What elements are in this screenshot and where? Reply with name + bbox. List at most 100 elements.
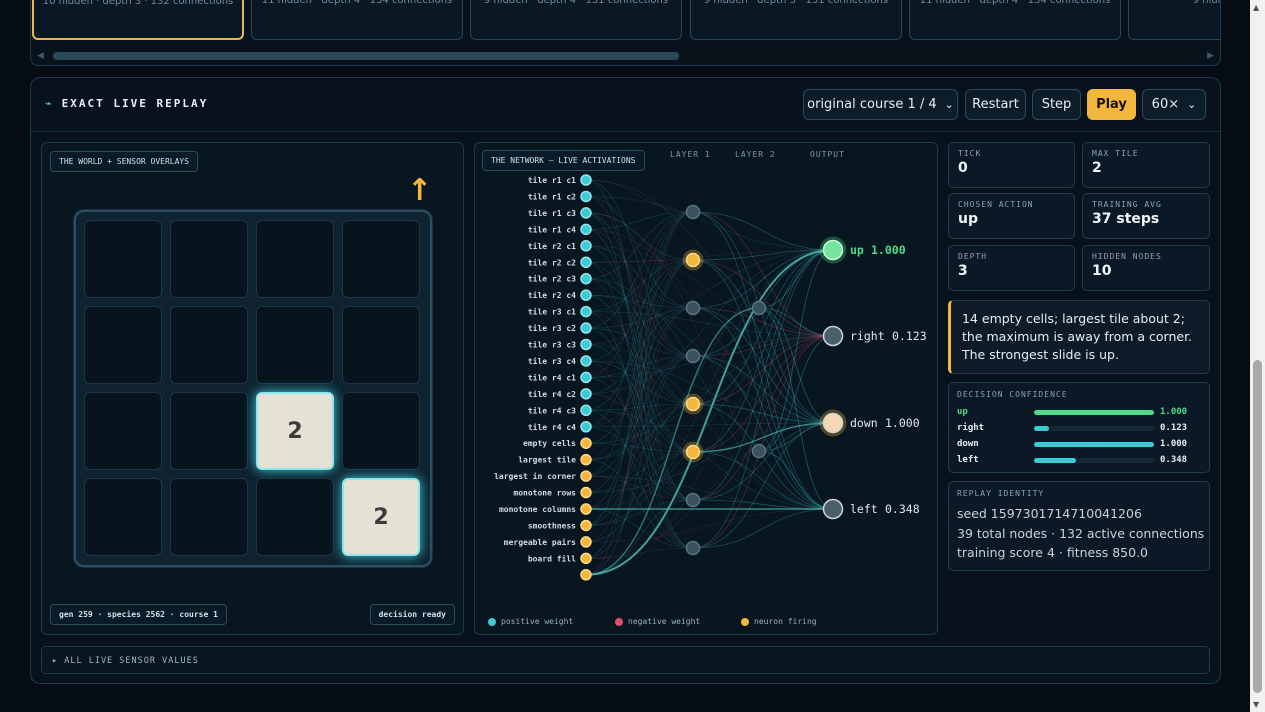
stat-training-avg: TRAINING AVG 37 steps (1082, 193, 1210, 239)
stat-tick: TICK 0 (948, 142, 1075, 188)
genome-card[interactable]: 11 hidden · depth 4 · 134 connections (909, 0, 1121, 40)
connection (692, 249, 834, 405)
scroll-right-icon[interactable]: ▶ (1207, 51, 1214, 61)
scroll-down-icon[interactable]: ▼ (1253, 700, 1259, 709)
connection (585, 196, 694, 309)
input-label: tile r4 c1 (528, 372, 576, 382)
output-value: 1.000 (871, 243, 906, 257)
world-tag: THE WORLD + SENSOR OVERLAYS (50, 151, 199, 172)
input-label: tile r3 c2 (528, 323, 576, 333)
genome-card[interactable]: 10 hidden · depth 3 · 132 connections (32, 0, 244, 40)
confidence-row-down: down 1.000 (957, 436, 1201, 452)
sensor-values-toggle[interactable]: ▸ ALL LIVE SENSOR VALUES (41, 646, 1210, 674)
legend-swatch (741, 617, 749, 626)
confidence-bar (1034, 441, 1154, 447)
confidence-bar (1034, 425, 1154, 431)
output-label: left (850, 502, 878, 516)
legend-negative: negative weight (615, 617, 700, 626)
scroll-up-icon[interactable]: ▲ (1253, 3, 1259, 12)
step-button[interactable]: Step (1032, 89, 1081, 120)
replay-panel: ⌁ EXACT LIVE REPLAY original course 1 / 4… (30, 77, 1221, 684)
connection (585, 403, 694, 460)
board-cell (342, 306, 420, 384)
connection (692, 508, 834, 549)
confidence-value: 1.000 (1160, 439, 1188, 449)
legend-swatch (488, 617, 496, 626)
input-node (580, 322, 592, 334)
genome-card[interactable]: 9 hidden · depth (1128, 0, 1220, 40)
input-node (580, 437, 592, 449)
input-label: smoothness (528, 521, 576, 530)
output-label: down (850, 416, 878, 430)
input-label: monotone columns (499, 505, 576, 514)
connection (585, 229, 694, 357)
connection (585, 179, 694, 501)
identity-seed: seed 1597301714710041206 (957, 506, 1142, 521)
legend-positive: positive weight (488, 617, 573, 626)
stat-hidden-nodes: HIDDEN NODES 10 (1082, 245, 1210, 291)
input-label: tile r4 c4 (528, 422, 576, 432)
input-label: tile r1 c3 (528, 208, 576, 218)
connection (585, 327, 694, 501)
page-scrollbar-thumb[interactable] (1253, 360, 1262, 693)
input-node (580, 519, 592, 532)
scrollbar-thumb[interactable] (53, 52, 679, 60)
board-cell (170, 306, 248, 384)
input-label: largest tile (518, 455, 576, 465)
board-cell (256, 220, 334, 298)
game-board: 22 (74, 210, 432, 567)
input-label: empty cells (523, 439, 576, 448)
genome-card[interactable]: 11 hidden · depth 4 · 134 connections (251, 0, 463, 40)
horizontal-scrollbar[interactable]: ◀ ▶ (35, 49, 1216, 63)
connections (585, 179, 834, 576)
play-button[interactable]: Play (1087, 89, 1136, 120)
confidence-row-up: up 1.000 (957, 404, 1201, 420)
restart-button[interactable]: Restart (965, 89, 1026, 120)
input-node (580, 223, 592, 236)
column-label-layer1: LAYER 1 (670, 150, 711, 159)
input-label: tile r2 c2 (528, 257, 576, 267)
connection (585, 179, 694, 357)
connection (585, 422, 834, 493)
confidence-label: up (957, 407, 968, 417)
speed-select[interactable]: 60× ⌄ (1142, 89, 1206, 120)
input-node (580, 190, 592, 203)
identity-title: REPLAY IDENTITY (957, 489, 1045, 498)
connection (758, 335, 834, 452)
hidden-node (685, 492, 701, 508)
board-cell (170, 478, 248, 556)
scroll-left-icon[interactable]: ◀ (37, 51, 44, 61)
board-cell (170, 392, 248, 470)
stat-chosen-action: CHOSEN ACTION up (948, 193, 1075, 239)
genome-card[interactable]: 9 hidden · depth 3 · 131 connections (690, 0, 902, 40)
hidden-node (751, 300, 767, 316)
legend-swatch (615, 617, 623, 626)
input-node (580, 486, 592, 499)
input-node (580, 207, 592, 219)
stat-depth: DEPTH 3 (948, 245, 1075, 291)
hidden-node (685, 540, 701, 556)
connection (758, 450, 834, 510)
output-value: 0.123 (892, 329, 927, 343)
pulse-icon: ⌁ (45, 97, 54, 110)
decision-confidence: DECISION CONFIDENCE up 1.000 right 0.123 dow… (948, 382, 1210, 473)
connection (585, 259, 694, 411)
course-select[interactable]: original course 1 / 4 ⌄ (803, 89, 958, 120)
confidence-fill (1034, 441, 1154, 447)
input-label: tile r1 c1 (528, 175, 576, 185)
input-label: tile r1 c2 (528, 191, 576, 201)
input-node (580, 569, 592, 581)
connection (758, 307, 834, 424)
confidence-label: right (957, 423, 985, 433)
replay-identity: REPLAY IDENTITY seed 1597301714710041206… (948, 481, 1210, 571)
confidence-fill (1034, 425, 1049, 431)
genome-card[interactable]: 9 hidden · depth 4 · 131 connections (470, 0, 682, 40)
output-node (822, 412, 844, 434)
output-label: right (850, 329, 885, 343)
input-label: largest in corner (494, 471, 576, 481)
stat-max-tile: MAX TILE 2 (1082, 142, 1210, 188)
page-scrollbar[interactable]: ▲ ▼ (1250, 0, 1265, 712)
connection (585, 245, 694, 309)
output-node (822, 498, 844, 520)
board-cell (84, 220, 162, 298)
